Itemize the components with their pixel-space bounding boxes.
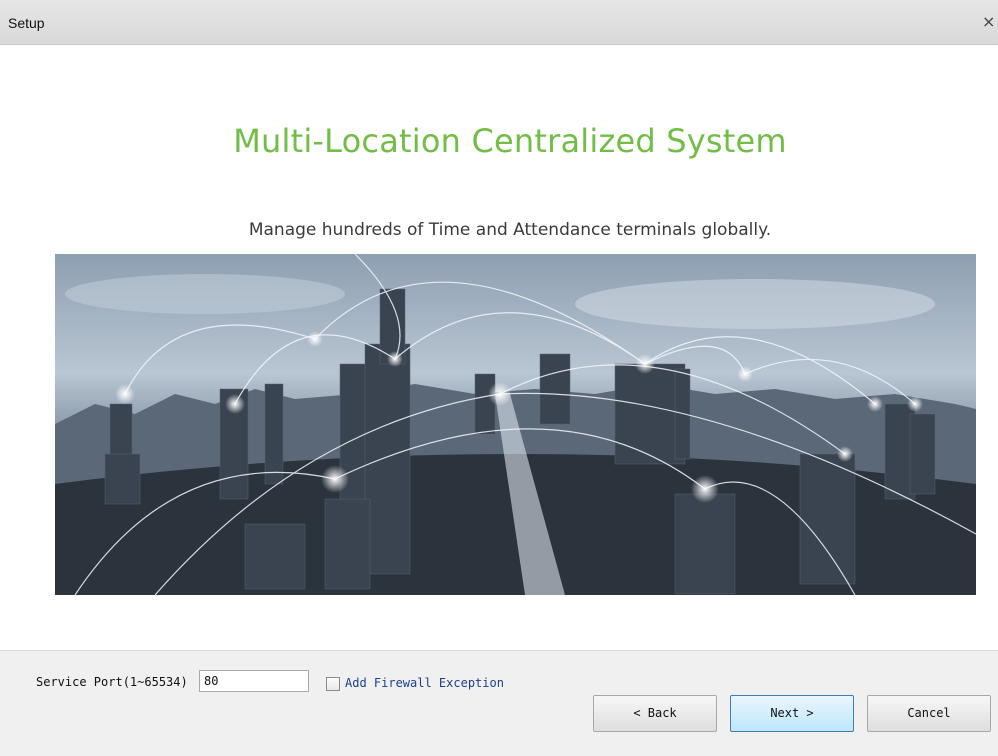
next-button[interactable]: Next > [730,695,854,732]
firewall-exception-label[interactable]: Add Firewall Exception [345,676,504,690]
title-bar: Setup × [0,0,998,45]
firewall-checkbox[interactable] [326,677,340,691]
city-network-image [55,254,976,595]
headline: Multi-Location Centralized System [233,122,787,160]
window-title: Setup [8,15,45,31]
back-button[interactable]: < Back [593,695,717,732]
main-panel: Multi-Location Centralized System Manage… [0,45,998,650]
service-port-input[interactable] [199,670,309,692]
close-icon[interactable]: × [982,12,996,32]
footer-bar: Service Port(1~65534) Add Firewall Excep… [0,650,998,756]
subheadline: Manage hundreds of Time and Attendance t… [248,220,772,240]
service-port-label: Service Port(1~65534) [36,675,188,689]
cancel-button[interactable]: Cancel [867,695,991,732]
